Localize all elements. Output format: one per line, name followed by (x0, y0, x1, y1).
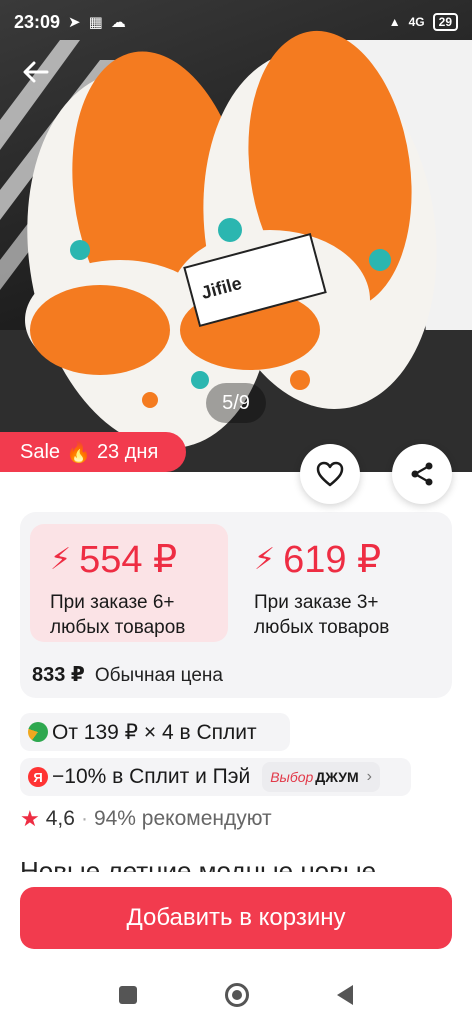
tier-condition: При заказе 3+ (254, 592, 379, 613)
split-installment-chip[interactable]: От 139 ₽ × 4 в Сплит (20, 713, 290, 751)
status-bar: 23:09 ➤ ▦ ☁ ▲ 4G 29 (0, 0, 472, 44)
fire-icon: 🔥 (66, 441, 91, 464)
separator-dot: · (80, 807, 88, 830)
favorite-button[interactable] (300, 444, 360, 504)
rating-row[interactable]: ★ 4,6 · 94% рекомендуют (20, 806, 272, 832)
rating-value: 4,6 (45, 807, 75, 830)
status-time: 23:09 (14, 11, 61, 32)
image-counter: 5/9 (206, 383, 266, 423)
price-tier-3-plus[interactable]: ⚡︎ 619 ₽ При заказе 3+ любых товаров (242, 524, 440, 642)
yandex-icon: Я (28, 767, 48, 787)
split-pay-discount-chip[interactable]: Я −10% в Сплит и Пэй Выбор ДЖУМ › (20, 758, 411, 796)
sale-days: 23 дня (96, 440, 159, 463)
network-type: 4G (408, 15, 425, 29)
regular-price-value: 833 ₽ (32, 664, 85, 686)
recommend-text: 94% рекомендуют (93, 807, 272, 830)
battery-icon: 29 (432, 13, 458, 31)
tier-condition: При заказе 6+ (50, 592, 175, 613)
recents-icon[interactable] (119, 986, 137, 1004)
brand-name: ДЖУМ (315, 769, 359, 785)
heart-icon (316, 461, 344, 487)
telegram-icon: ➤ (68, 14, 81, 31)
price-card: ⚡︎ 554 ₽ При заказе 6+ любых товаров ⚡︎ … (20, 512, 452, 698)
regular-price-label: Обычная цена (94, 665, 223, 686)
price-tier-6-plus[interactable]: ⚡︎ 554 ₽ При заказе 6+ любых товаров (30, 524, 228, 642)
sale-badge: Sale 🔥 23 дня (0, 432, 186, 472)
cloud-icon: ☁ (110, 14, 126, 31)
system-nav-bar (0, 966, 472, 1024)
back-triangle-icon[interactable] (337, 985, 353, 1005)
chevron-right-icon: › (366, 768, 372, 785)
add-to-cart-button[interactable]: Добавить в корзину (20, 887, 452, 949)
tier-condition: любых товаров (254, 617, 390, 638)
tier-condition: любых товаров (50, 617, 186, 638)
share-icon (411, 462, 433, 486)
brand-vybor-label: Выбор (270, 769, 314, 785)
back-button[interactable] (16, 52, 56, 92)
discount-text: −10% в Сплит и Пэй (52, 765, 251, 788)
tier-price: 554 ₽ (79, 539, 178, 581)
product-title: Новые летние модные новые (20, 856, 377, 872)
tier-price: 619 ₽ (283, 539, 382, 581)
regular-price: 833 ₽ Обычная цена (32, 662, 223, 687)
notification-icon: ▦ (88, 14, 103, 31)
arrow-left-icon (23, 61, 49, 83)
brand-tag[interactable]: Выбор ДЖУМ › (262, 762, 380, 792)
lightning-icon: ⚡︎ (50, 543, 72, 576)
lightning-icon: ⚡︎ (254, 543, 276, 576)
signal-icon: ▲ (388, 15, 401, 29)
home-icon[interactable] (225, 983, 249, 1007)
sale-label: Sale (20, 440, 61, 463)
share-button[interactable] (392, 444, 452, 504)
star-icon: ★ (20, 806, 40, 831)
split-icon (28, 722, 48, 742)
split-text: От 139 ₽ × 4 в Сплит (52, 720, 257, 744)
